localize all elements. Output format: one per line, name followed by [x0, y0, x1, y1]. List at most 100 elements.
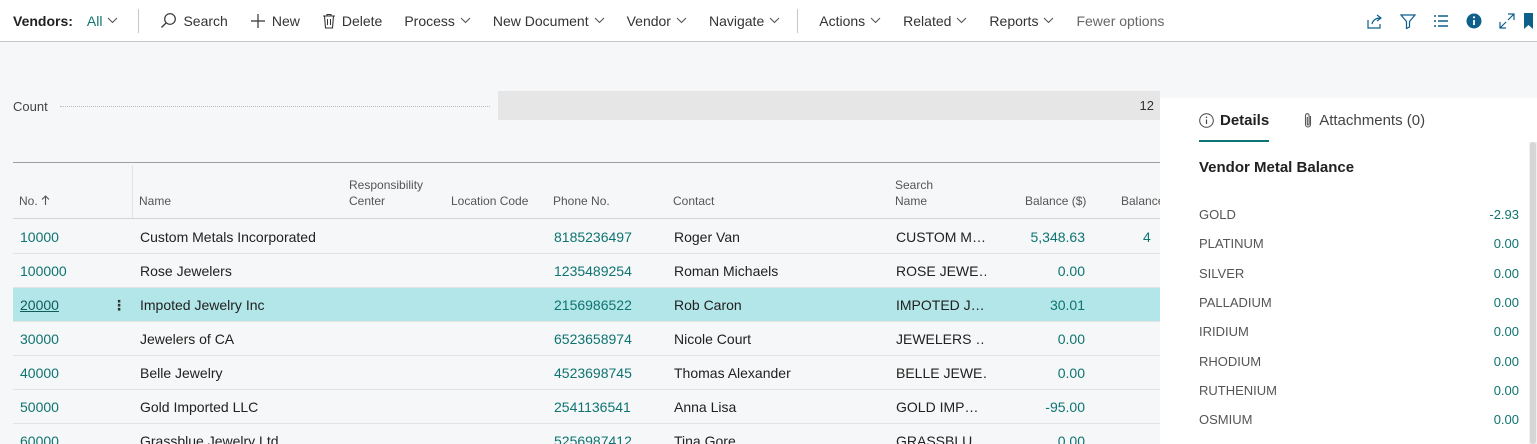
metal-balance-link[interactable]: 0.00	[1494, 347, 1519, 376]
factbox-pane: Details Attachments (0) Vendor Metal Bal…	[1160, 98, 1537, 444]
navigate-menu[interactable]: Navigate	[698, 0, 791, 42]
related-menu[interactable]: Related	[892, 0, 978, 42]
table-row[interactable]: 50000 Gold Imported LLC 2541136541 Anna …	[13, 390, 1160, 424]
count-label: Count	[13, 99, 48, 114]
metal-name: OSMIUM	[1199, 412, 1253, 427]
metal-name: IRIDIUM	[1199, 324, 1249, 339]
vendor-no-link[interactable]: 30000	[20, 322, 110, 356]
factbox-tabs: Details Attachments (0)	[1199, 98, 1459, 142]
info-icon[interactable]	[1457, 0, 1490, 42]
bookmark-icon[interactable]	[1523, 0, 1537, 42]
fewer-options-button[interactable]: Fewer options	[1065, 0, 1175, 42]
scrollbar-thumb[interactable]	[1530, 142, 1536, 444]
metal-balance-link[interactable]: 0.00	[1494, 288, 1519, 317]
contact: Nicole Court	[674, 331, 752, 347]
metal-balance-link[interactable]: 0.00	[1494, 317, 1519, 346]
phone-no[interactable]: 8185236497	[554, 220, 654, 254]
vendor-menu[interactable]: Vendor	[616, 0, 698, 42]
balance-link[interactable]: 30.01	[1013, 288, 1085, 322]
new-document-menu[interactable]: New Document	[482, 0, 616, 42]
column-header-search-name[interactable]: Search Name	[895, 177, 933, 209]
count-leader-dots	[60, 106, 490, 107]
balance-link[interactable]: 0.00	[1013, 254, 1085, 288]
contact: Tina Gore	[674, 433, 736, 444]
column-header-phone-no[interactable]: Phone No.	[553, 193, 610, 209]
process-menu-label: Process	[404, 12, 455, 29]
table-row-selected[interactable]: 20000 ⋮ Impoted Jewelry Inc 2156986522 R…	[13, 288, 1160, 322]
view-filter-dropdown[interactable]: All	[79, 0, 133, 42]
column-header-no[interactable]: No.	[19, 193, 50, 209]
balance-2-link[interactable]: 4	[1143, 220, 1160, 254]
metal-name: SILVER	[1199, 266, 1245, 281]
column-header-balance-2[interactable]: Balance	[1121, 193, 1160, 209]
tab-attachments[interactable]: Attachments (0)	[1303, 98, 1425, 142]
column-header-contact[interactable]: Contact	[673, 193, 714, 209]
actions-menu[interactable]: Actions	[808, 0, 892, 42]
vendor-name: Impoted Jewelry Inc	[140, 297, 265, 313]
column-header-balance[interactable]: Balance ($)	[1025, 193, 1086, 209]
page-title: Vendors:	[13, 12, 73, 29]
metal-balance-row: RUTHENIUM 0.00	[1199, 376, 1519, 405]
vendor-no-link[interactable]: 10000	[20, 220, 110, 254]
balance-link[interactable]: 0.00	[1013, 322, 1085, 356]
factbox-scrollbar[interactable]	[1529, 142, 1537, 444]
metal-balance-link[interactable]: -2.93	[1489, 200, 1519, 229]
count-field: 12	[498, 91, 1160, 120]
metal-balance-row: PALLADIUM 0.00	[1199, 288, 1519, 317]
process-menu[interactable]: Process	[393, 0, 482, 42]
phone-no[interactable]: 4523698745	[554, 356, 654, 390]
vendor-no-link[interactable]: 50000	[20, 390, 110, 424]
reports-menu[interactable]: Reports	[978, 0, 1065, 42]
contact: Rob Caron	[674, 297, 742, 313]
info-outline-icon	[1199, 112, 1214, 128]
phone-no[interactable]: 2156986522	[554, 288, 654, 322]
tab-details[interactable]: Details	[1199, 98, 1270, 142]
metal-balance-link[interactable]: 0.00	[1494, 229, 1519, 258]
vendor-name: Belle Jewelry	[140, 365, 223, 381]
expand-icon[interactable]	[1490, 0, 1523, 42]
table-row[interactable]: 30000 Jewelers of CA 6523658974 Nicole C…	[13, 322, 1160, 356]
column-header-responsibility-center[interactable]: Responsibility Center	[349, 177, 423, 209]
metal-balance-link[interactable]: 0.00	[1494, 405, 1519, 434]
phone-no[interactable]: 1235489254	[554, 254, 654, 288]
list-view-icon[interactable]	[1424, 0, 1457, 42]
table-row[interactable]: 10000 Custom Metals Incorporated 8185236…	[13, 220, 1160, 254]
metal-name: RUTHENIUM	[1199, 383, 1277, 398]
table-row[interactable]: 40000 Belle Jewelry 4523698745 Thomas Al…	[13, 356, 1160, 390]
balance-link[interactable]: 0.00	[1013, 424, 1085, 444]
phone-no[interactable]: 5256987412	[554, 424, 654, 444]
metal-name: PLATINUM	[1199, 236, 1264, 251]
search-name: BELLE JEWE…	[896, 365, 986, 381]
new-button[interactable]: New	[239, 0, 311, 42]
balance-link[interactable]: -95.00	[1013, 390, 1085, 424]
chevron-down-icon	[594, 17, 605, 24]
vendor-no-link[interactable]: 60000	[20, 424, 110, 444]
phone-no[interactable]: 6523658974	[554, 322, 654, 356]
phone-no[interactable]: 2541136541	[554, 390, 654, 424]
vendor-no-link[interactable]: 20000	[20, 288, 110, 322]
search-name: GOLD IMP…	[896, 399, 979, 415]
search-button[interactable]: Search	[149, 0, 238, 42]
row-actions-more-icon[interactable]: ⋮	[111, 288, 127, 322]
balance-link[interactable]: 5,348.63	[1013, 220, 1086, 254]
column-header-location-code[interactable]: Location Code	[451, 193, 528, 209]
metal-balance-row: RHODIUM 0.00	[1199, 347, 1519, 376]
navigate-menu-label: Navigate	[708, 12, 765, 29]
vendor-no-link[interactable]: 40000	[20, 356, 110, 390]
metal-name: RHODIUM	[1199, 354, 1262, 369]
vendor-no-link[interactable]: 100000	[20, 254, 110, 288]
metal-balance-link[interactable]: 0.00	[1494, 259, 1519, 288]
share-icon[interactable]	[1358, 0, 1391, 42]
trash-icon	[322, 13, 336, 29]
metal-balance-link[interactable]: 0.00	[1494, 376, 1519, 405]
filter-icon[interactable]	[1391, 0, 1424, 42]
table-row[interactable]: 60000 Grassblue Jewelry Ltd 5256987412 T…	[13, 424, 1160, 444]
column-header-name[interactable]: Name	[139, 193, 171, 209]
balance-link[interactable]: 0.00	[1013, 356, 1085, 390]
search-name: IMPOTED J…	[896, 297, 985, 313]
table-row[interactable]: 100000 Rose Jewelers 1235489254 Roman Mi…	[13, 254, 1160, 288]
delete-button[interactable]: Delete	[311, 0, 393, 42]
search-name: ROSE JEWE…	[896, 263, 986, 279]
plus-icon	[250, 13, 266, 29]
chevron-down-icon	[870, 17, 881, 24]
